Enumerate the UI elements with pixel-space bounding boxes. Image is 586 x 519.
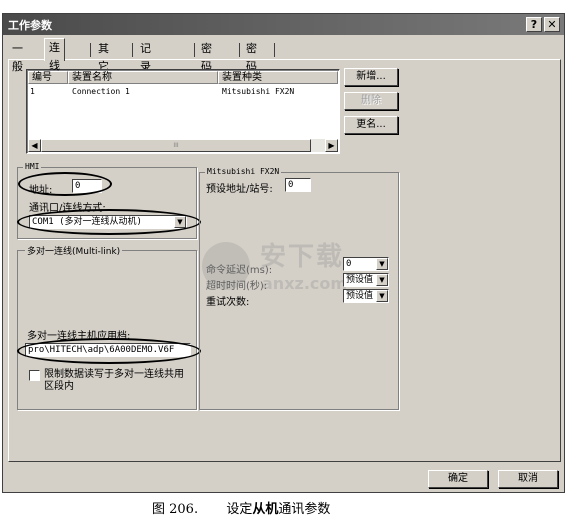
multilink-group-label: 多对一连线(Multi-link) — [25, 244, 123, 257]
tab-general[interactable]: 一般 — [8, 40, 27, 73]
tab-password[interactable]: 密码 — [242, 40, 261, 73]
horizontal-scrollbar[interactable]: ◀ III ▶ — [28, 139, 338, 152]
plc-group-label: Mitsubishi FX2N — [205, 167, 282, 176]
row-type: Mitsubishi FX2N — [222, 87, 295, 96]
title-bar[interactable]: 工作参数 ? ✕ — [3, 14, 564, 35]
column-header-name[interactable]: 装置名称 — [68, 71, 218, 84]
row-name: Connection 1 — [72, 87, 130, 96]
figure-number: 图 206. — [152, 502, 199, 517]
column-header-type[interactable]: 装置种类 — [218, 71, 338, 84]
delete-device-button[interactable]: 删除 — [344, 92, 398, 110]
highlight-ellipse — [18, 172, 112, 196]
default-address-label: 预设地址/站号: — [206, 184, 273, 195]
tab-connection[interactable]: 连线 — [44, 38, 65, 72]
hmi-group-label: HMI — [23, 162, 42, 171]
retries-label: 重试次数: — [206, 297, 250, 308]
restrict-checkbox[interactable] — [29, 370, 40, 381]
chevron-down-icon[interactable]: ▼ — [376, 274, 388, 286]
add-device-button[interactable]: 新增... — [344, 68, 398, 86]
scroll-thumb[interactable]: III — [41, 139, 311, 152]
retries-value: 预设值 — [346, 291, 374, 301]
help-button[interactable]: ? — [526, 17, 542, 32]
device-list[interactable]: 编号 装置名称 装置种类 1 Connection 1 Mitsubishi F… — [26, 69, 340, 154]
scroll-right-icon[interactable]: ▶ — [325, 139, 338, 152]
chevron-down-icon[interactable]: ▼ — [376, 258, 388, 270]
cmd-delay-label: 命令延迟(ms): — [206, 265, 273, 276]
close-button[interactable]: ✕ — [544, 17, 560, 32]
highlight-ellipse — [17, 338, 201, 364]
caption-text-bold: 从机 — [252, 502, 279, 517]
tab-password-table[interactable]: 密码表 — [197, 40, 216, 91]
rename-device-button[interactable]: 更名... — [344, 116, 398, 134]
ok-button[interactable]: 确定 — [428, 470, 488, 488]
cancel-button[interactable]: 取消 — [498, 470, 558, 488]
chevron-down-icon[interactable]: ▼ — [376, 290, 388, 302]
highlight-ellipse — [17, 209, 201, 235]
restrict-label-line2: 区段内 — [44, 381, 74, 392]
figure-caption: 图 206. 设定从机通讯参数 — [152, 498, 330, 517]
work-parameters-dialog: 工作参数 ? ✕ 一般 连线 其它 记录缓冲区 密码表 密码 编号 装置名称 装… — [2, 13, 565, 493]
tab-other[interactable]: 其它 — [94, 40, 113, 73]
caption-text-pre: 设定 — [226, 502, 253, 517]
table-row[interactable]: 1 Connection 1 Mitsubishi FX2N — [28, 86, 338, 98]
window-title: 工作参数 — [8, 19, 52, 32]
cmd-delay-value: 0 — [346, 259, 352, 269]
column-header-id[interactable]: 编号 — [28, 71, 68, 84]
scroll-left-icon[interactable]: ◀ — [28, 139, 41, 152]
timeout-label: 超时时间(秒): — [206, 281, 268, 292]
tab-record-buffer[interactable]: 记录缓冲区 — [136, 40, 155, 127]
caption-text-post: 通讯参数 — [278, 502, 331, 517]
default-address-input[interactable]: 0 — [285, 178, 311, 192]
timeout-value: 预设值 — [346, 275, 374, 285]
row-id: 1 — [30, 87, 35, 96]
